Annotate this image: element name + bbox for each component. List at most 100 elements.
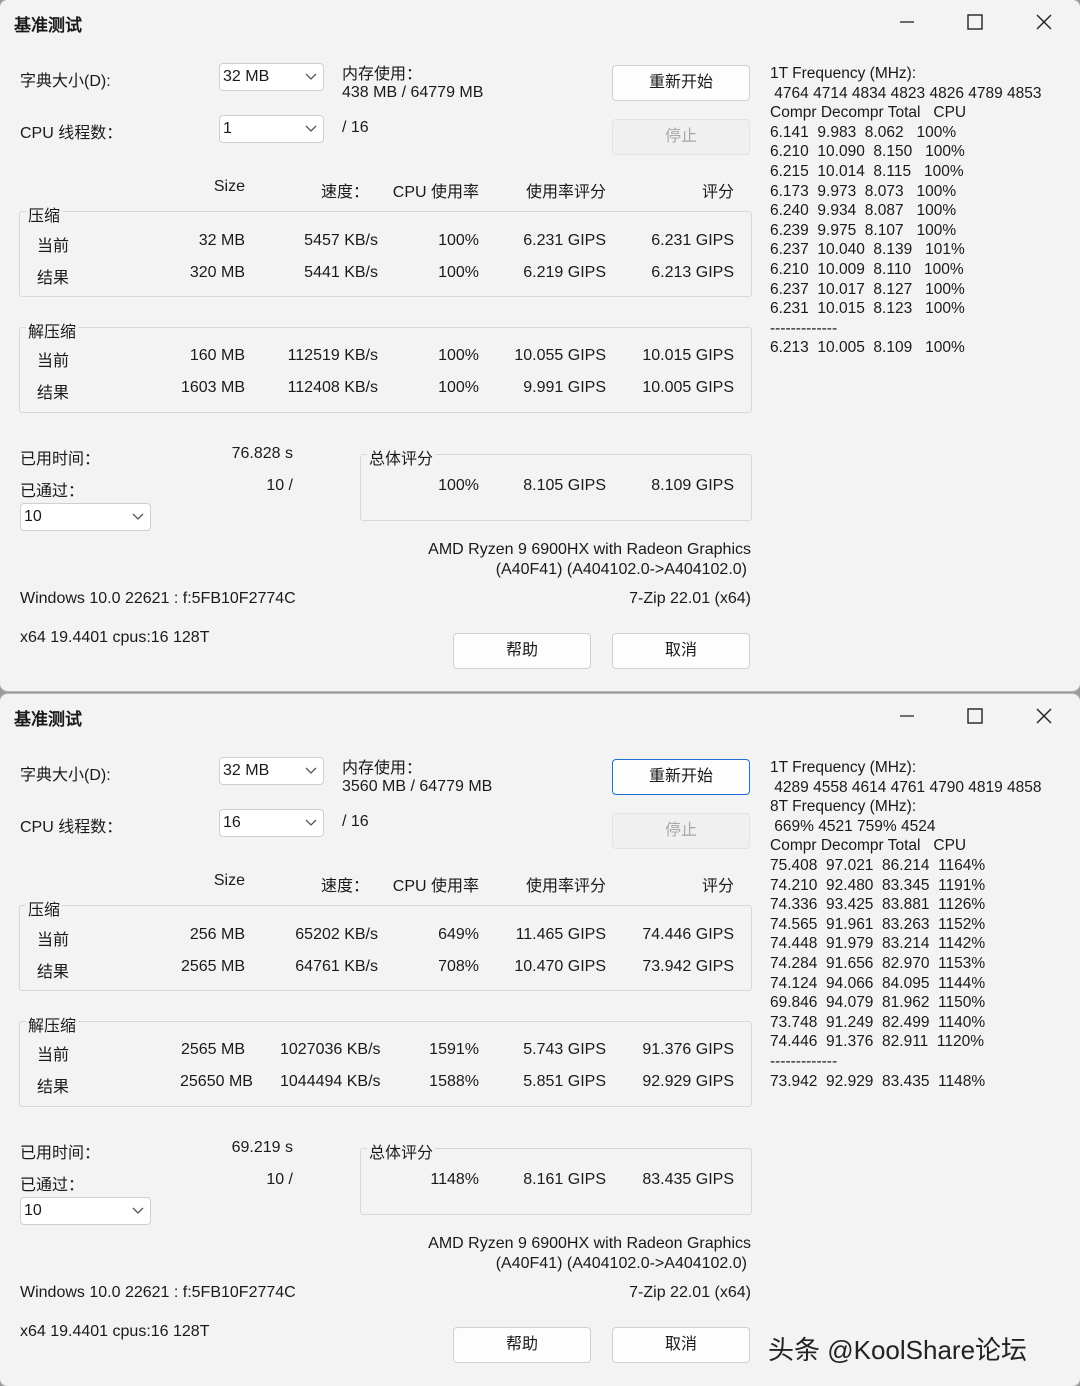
- close-icon: [1036, 708, 1052, 724]
- total-rating-label: 总体评分: [367, 1139, 436, 1163]
- window-title: 基准测试: [14, 16, 82, 35]
- compress-group: [19, 211, 752, 297]
- usage-rating-cell: 6.219 GIPS: [523, 264, 606, 281]
- passes-select[interactable]: 10: [20, 503, 151, 531]
- column-header-rating: 评分: [701, 878, 734, 895]
- restart-button[interactable]: 重新开始: [612, 65, 750, 101]
- rating-cell: 91.376 GIPS: [642, 1041, 734, 1058]
- dictionary-size-value: 32 MB: [223, 68, 270, 85]
- decompress-group: [19, 1021, 752, 1107]
- size-cell: 32 MB: [198, 232, 245, 249]
- compress-group-label: 压缩: [26, 896, 63, 920]
- column-header-cpu-usage: CPU 使用率: [392, 878, 479, 895]
- memory-usage-value: 3560 MB / 64779 MB: [342, 778, 493, 795]
- maximize-icon: [967, 14, 983, 30]
- column-header-size: Size: [213, 872, 245, 889]
- speed-cell: 112408 KB/s: [287, 379, 378, 396]
- cpu-id: (A40F41) (A404102.0->A404102.0): [495, 561, 747, 578]
- cpu-threads-value: 1: [223, 120, 232, 137]
- column-header-cpu-usage: CPU 使用率: [392, 184, 479, 201]
- help-button[interactable]: 帮助: [453, 1327, 591, 1363]
- close-button[interactable]: [1014, 4, 1074, 40]
- os-info: Windows 10.0 22621 : f:5FB10F2774C: [20, 1284, 296, 1301]
- chevron-down-icon: [305, 73, 317, 80]
- version-info: 7-Zip 22.01 (x64): [629, 590, 751, 607]
- benchmark-window: 基准测试 字典大小(D): 32 MB 内存使用： 3560 MB / 6477…: [0, 694, 1080, 1386]
- cpu-threads-total: / 16: [342, 119, 369, 136]
- version-info: 7-Zip 22.01 (x64): [629, 1284, 751, 1301]
- rating-cell: 10.015 GIPS: [642, 347, 734, 364]
- dictionary-size-select[interactable]: 32 MB: [219, 757, 324, 785]
- usage-rating-cell: 5.743 GIPS: [523, 1041, 606, 1058]
- dictionary-size-label: 字典大小(D):: [20, 767, 111, 784]
- chevron-down-icon: [305, 767, 317, 774]
- cpu-usage-cell: 100%: [438, 347, 479, 364]
- usage-rating-cell: 11.465 GIPS: [515, 926, 606, 943]
- frequency-log: 1T Frequency (MHz): 4289 4558 4614 4761 …: [770, 759, 1042, 1090]
- compress-group-label: 压缩: [26, 202, 63, 226]
- speed-cell: 1044494 KB/s: [280, 1073, 381, 1090]
- restart-button[interactable]: 重新开始: [612, 759, 750, 795]
- arch-info: x64 19.4401 cpus:16 128T: [20, 629, 210, 646]
- rating-cell: 6.213 GIPS: [651, 264, 734, 281]
- rating-cell: 92.929 GIPS: [642, 1073, 734, 1090]
- minimize-button[interactable]: [877, 698, 937, 734]
- cpu-usage-cell: 100%: [438, 232, 479, 249]
- cpu-threads-select[interactable]: 1: [219, 115, 324, 143]
- column-header-size: Size: [213, 178, 245, 195]
- maximize-button[interactable]: [945, 4, 1005, 40]
- speed-cell: 1027036 KB/s: [280, 1041, 381, 1058]
- size-cell: 2565 MB: [180, 1041, 245, 1058]
- size-cell: 2565 MB: [180, 958, 245, 975]
- passed-value: 10 /: [266, 477, 293, 494]
- passes-select[interactable]: 10: [20, 1197, 151, 1225]
- cancel-button[interactable]: 取消: [612, 633, 750, 669]
- minimize-icon: [900, 21, 914, 23]
- elapsed-time-label: 已用时间：: [20, 451, 101, 468]
- watermark: 头条 @KoolShare论坛: [768, 1335, 1028, 1365]
- elapsed-time-value: 76.828 s: [231, 445, 293, 462]
- decompress-group: [19, 327, 752, 413]
- close-button[interactable]: [1014, 698, 1074, 734]
- frequency-log: 1T Frequency (MHz): 4764 4714 4834 4823 …: [770, 65, 1042, 357]
- size-cell: 320 MB: [189, 264, 245, 281]
- dictionary-size-label: 字典大小(D):: [20, 73, 111, 90]
- cpu-threads-label: CPU 线程数：: [20, 819, 123, 836]
- rating-cell: 10.005 GIPS: [642, 379, 734, 396]
- speed-cell: 5441 KB/s: [304, 264, 378, 281]
- memory-usage-label: 内存使用：: [342, 760, 423, 777]
- total-usage-rating: 8.105 GIPS: [523, 477, 606, 494]
- cpu-name: AMD Ryzen 9 6900HX with Radeon Graphics: [428, 1235, 751, 1252]
- speed-cell: 64761 KB/s: [295, 958, 378, 975]
- stop-button[interactable]: 停止: [612, 813, 750, 849]
- column-header-usage-rating: 使用率评分: [525, 878, 606, 895]
- column-header-usage-rating: 使用率评分: [525, 184, 606, 201]
- title-bar: 基准测试: [0, 0, 1080, 44]
- maximize-button[interactable]: [945, 698, 1005, 734]
- dictionary-size-select[interactable]: 32 MB: [219, 63, 324, 91]
- cpu-id: (A40F41) (A404102.0->A404102.0): [495, 1255, 747, 1272]
- size-cell: 25650 MB: [180, 1073, 253, 1090]
- stop-button[interactable]: 停止: [612, 119, 750, 155]
- cpu-threads-select[interactable]: 16: [219, 809, 324, 837]
- usage-rating-cell: 10.055 GIPS: [514, 347, 606, 364]
- usage-rating-cell: 9.991 GIPS: [523, 379, 606, 396]
- usage-rating-cell: 5.851 GIPS: [523, 1073, 606, 1090]
- help-button[interactable]: 帮助: [453, 633, 591, 669]
- rating-cell: 6.231 GIPS: [651, 232, 734, 249]
- row-label: 当前: [37, 932, 70, 949]
- cpu-name: AMD Ryzen 9 6900HX with Radeon Graphics: [428, 541, 751, 558]
- cancel-button[interactable]: 取消: [612, 1327, 750, 1363]
- usage-rating-cell: 6.231 GIPS: [523, 232, 606, 249]
- arch-info: x64 19.4401 cpus:16 128T: [20, 1323, 210, 1340]
- row-label: 结果: [37, 385, 70, 402]
- cpu-threads-label: CPU 线程数：: [20, 125, 123, 142]
- total-cpu-usage: 1148%: [430, 1171, 479, 1188]
- chevron-down-icon: [305, 819, 317, 826]
- cpu-usage-cell: 100%: [438, 264, 479, 281]
- total-cpu-usage: 100%: [438, 477, 479, 494]
- minimize-button[interactable]: [877, 4, 937, 40]
- title-bar: 基准测试: [0, 694, 1080, 738]
- speed-cell: 5457 KB/s: [304, 232, 378, 249]
- window-title: 基准测试: [14, 710, 82, 729]
